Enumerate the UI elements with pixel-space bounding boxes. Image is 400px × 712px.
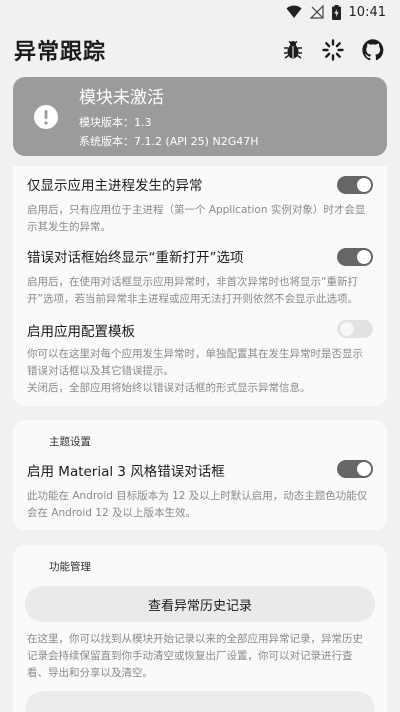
module-status-card: 模块未激活 模块版本：1.3 系统版本：7.1.2 (API 25) N2G47… [13,77,387,156]
wifi-icon [286,5,302,19]
app-bar: 异常跟踪 [0,28,400,72]
bug-icon[interactable] [280,37,306,63]
partial-button[interactable] [25,691,375,712]
setting-title: 错误对话框始终显示“重新打开”选项 [27,250,244,266]
status-bar: 10:41 [0,0,400,24]
material3-toggle[interactable] [337,460,373,478]
module-version: 模块版本：1.3 [79,115,152,129]
app-config-template-toggle[interactable] [337,320,373,338]
section-header-theme: 主题设置 [49,436,91,448]
setting-desc: 此功能在 Android 目标版本为 12 及以上时默认启用，动态主题色功能仅会… [27,490,368,519]
clock: 10:41 [348,4,386,20]
history-desc: 在这里，你可以找到从模块开始记录以来的全部应用异常记录，异常历史记录会持续保留直… [27,633,363,679]
setting-title: 启用 Material 3 风格错误对话框 [27,464,225,480]
info-alert-icon [13,104,79,130]
setting-main-process[interactable]: 仅显示应用主进程发生的异常 [27,174,373,194]
github-icon[interactable] [360,37,386,63]
page-title: 异常跟踪 [14,40,107,65]
loading-spinner-icon[interactable] [320,37,346,63]
view-history-button[interactable]: 查看异常历史记录 [25,586,375,622]
setting-desc: 启用后，在使用对话框显示应用异常时，非首次异常时也将显示“重新打开”选项，若当前… [27,276,358,305]
settings-card: 仅显示应用主进程发生的异常 启用后，只有应用位于主进程（第一个 Applicat… [13,166,387,406]
battery-charging-icon [331,4,341,20]
setting-material3[interactable]: 启用 Material 3 风格错误对话框 [27,460,373,480]
setting-app-config-template[interactable]: 启用应用配置模板 [27,320,373,340]
always-show-reopen-toggle[interactable] [337,248,373,266]
setting-desc: 启用后，只有应用位于主进程（第一个 Application 实例对象）时才会显示… [27,204,366,233]
setting-always-show-reopen[interactable]: 错误对话框始终显示“重新打开”选项 [27,246,373,266]
function-management-card: 功能管理 查看异常历史记录 在这里，你可以找到从模块开始记录以来的全部应用异常记… [13,545,387,712]
main-process-toggle[interactable] [337,176,373,194]
theme-settings-card: 主题设置 启用 Material 3 风格错误对话框 此功能在 Android … [13,420,387,530]
section-header-function: 功能管理 [49,561,91,573]
system-version: 系统版本：7.1.2 (API 25) N2G47H [79,134,259,148]
setting-title: 仅显示应用主进程发生的异常 [27,178,203,194]
setting-desc: 你可以在这里对每个应用发生异常时，单独配置其在发生异常时是否显示错误对话框以及其… [27,348,363,377]
no-signal-icon [309,5,324,19]
setting-desc-2: 关闭后，全部应用将始终以错误对话框的形式显示异常信息。 [27,382,311,394]
setting-title: 启用应用配置模板 [27,324,135,340]
module-status-title: 模块未激活 [79,87,164,108]
